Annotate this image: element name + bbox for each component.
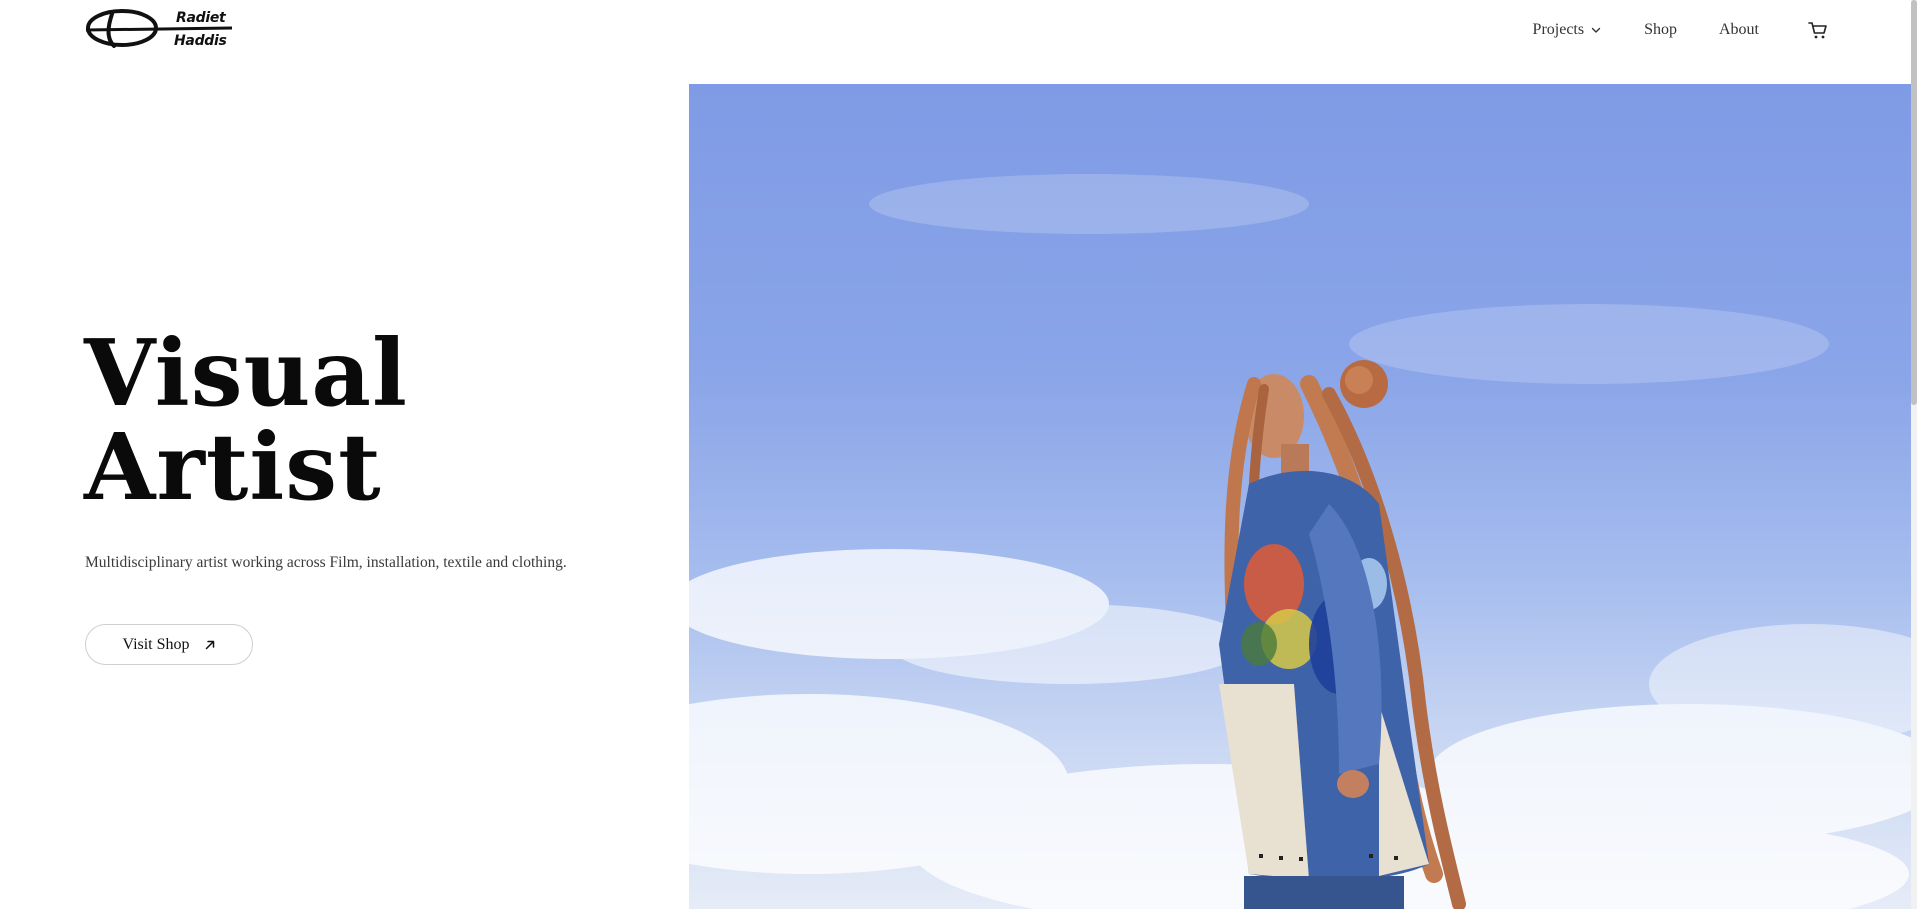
nav-shop[interactable]: Shop	[1644, 21, 1677, 39]
hero-image	[689, 84, 1913, 909]
hero-title: Visual Artist	[84, 326, 408, 514]
chevron-down-icon	[1591, 27, 1601, 33]
hero-title-line-2: Artist	[84, 413, 382, 521]
arrow-up-right-icon	[205, 640, 214, 649]
scrollbar-thumb[interactable]	[1911, 0, 1917, 405]
hero-title-line-1: Visual	[84, 319, 408, 427]
main-nav: Projects Shop About	[1533, 18, 1829, 42]
logo-link[interactable]: Radiet Haddis	[84, 6, 234, 56]
visit-shop-label: Visit Shop	[122, 635, 190, 653]
logo-last-name: Haddis	[174, 33, 227, 49]
nav-projects[interactable]: Projects	[1533, 21, 1603, 39]
cart-icon[interactable]	[1807, 19, 1829, 41]
visit-shop-button[interactable]: Visit Shop	[85, 624, 253, 665]
page-scrollbar[interactable]	[1911, 0, 1917, 909]
logo-first-name: Radiet	[176, 10, 226, 26]
nav-shop-label: Shop	[1644, 21, 1677, 38]
artist-portrait-illustration	[689, 174, 1913, 909]
site-header: Radiet Haddis Projects Shop About	[0, 0, 1917, 84]
nav-projects-label: Projects	[1532, 21, 1585, 38]
page: Radiet Haddis Projects Shop About Visual…	[0, 0, 1917, 909]
nav-about[interactable]: About	[1719, 21, 1759, 39]
hero-subtitle: Multidisciplinary artist working across …	[85, 554, 567, 571]
nav-about-label: About	[1719, 21, 1759, 38]
